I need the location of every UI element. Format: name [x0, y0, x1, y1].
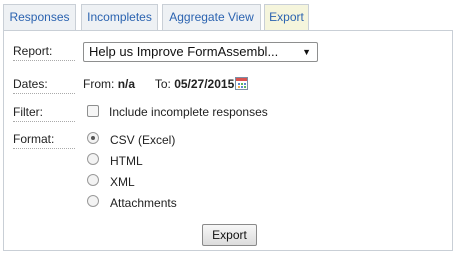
format-radio-html[interactable]	[87, 153, 99, 165]
tab-export[interactable]: Export	[264, 4, 309, 31]
filter-label: Filter:	[13, 105, 75, 122]
format-radio-csv[interactable]	[87, 132, 99, 144]
format-option-html: HTML	[110, 154, 143, 168]
chevron-down-icon: ▼	[302, 47, 311, 57]
date-range: From: n/a To: 05/27/2015	[83, 77, 234, 91]
export-panel: Report: Help us Improve FormAssembl... ▼…	[3, 30, 453, 251]
format-label: Format:	[13, 132, 75, 149]
format-option-csv: CSV (Excel)	[110, 133, 176, 147]
from-value: n/a	[117, 77, 136, 91]
tab-responses[interactable]: Responses	[3, 4, 76, 30]
report-select-value: Help us Improve FormAssembl...	[89, 44, 279, 59]
include-incomplete-checkbox[interactable]	[87, 105, 99, 117]
format-option-xml: XML	[110, 175, 135, 189]
dates-label: Dates:	[13, 77, 75, 94]
calendar-icon[interactable]	[235, 77, 248, 90]
from-prefix: From:	[83, 77, 115, 91]
to-value: 05/27/2015	[174, 77, 235, 91]
report-label: Report:	[13, 44, 75, 61]
format-radio-attachments[interactable]	[87, 195, 99, 207]
export-button[interactable]: Export	[202, 224, 257, 246]
tab-incompletes[interactable]: Incompletes	[81, 4, 158, 30]
to-prefix: To:	[154, 77, 171, 91]
tab-aggregate-view[interactable]: Aggregate View	[162, 4, 261, 30]
report-select[interactable]: Help us Improve FormAssembl... ▼	[83, 42, 318, 62]
format-option-attachments: Attachments	[110, 196, 177, 210]
include-incomplete-label: Include incomplete responses	[109, 105, 268, 119]
format-radio-xml[interactable]	[87, 174, 99, 186]
